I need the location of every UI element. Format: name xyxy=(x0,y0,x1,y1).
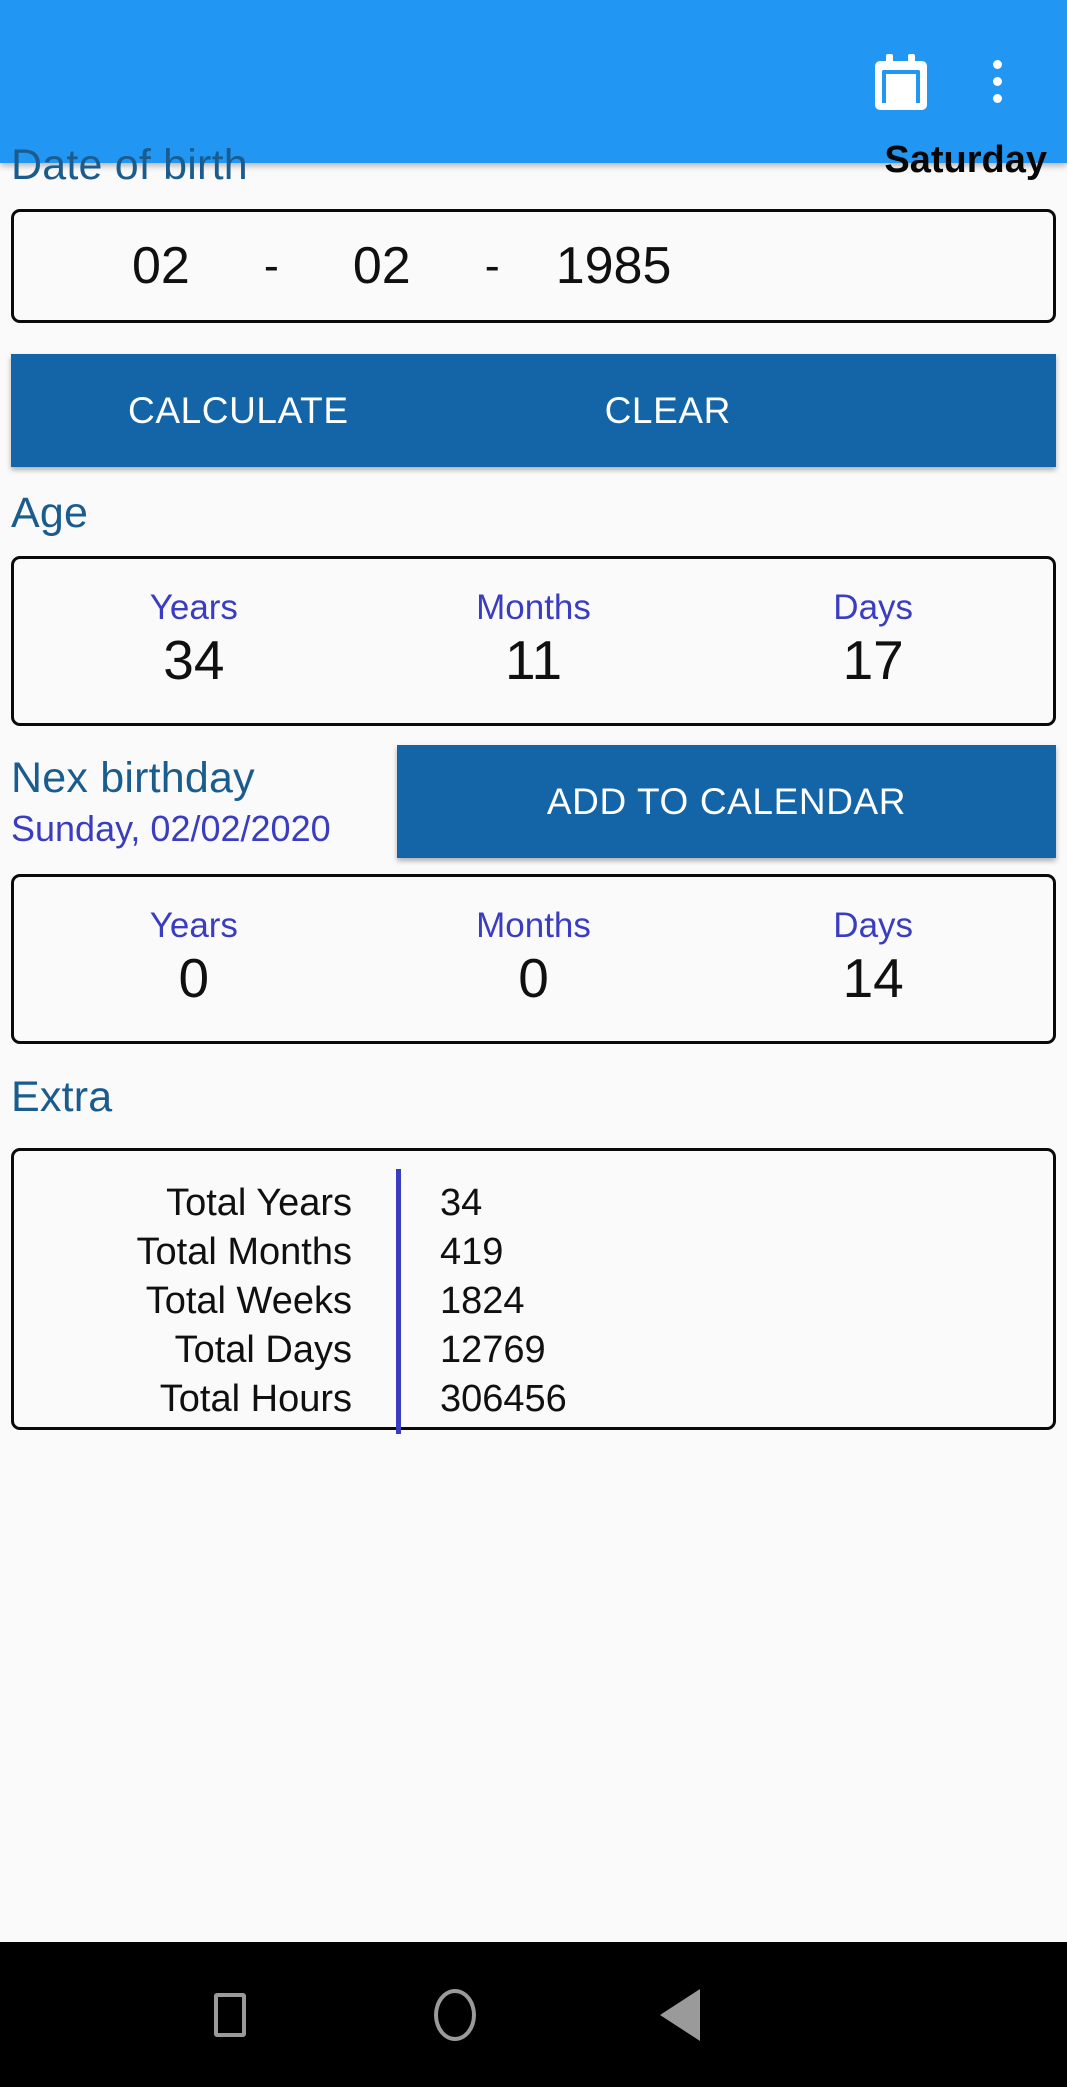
action-bar: CALCULATE CLEAR xyxy=(11,354,1056,467)
age-months-value: 11 xyxy=(504,628,563,691)
nb-years-label: Years xyxy=(149,906,238,945)
clear-button[interactable]: CLEAR xyxy=(605,390,731,432)
extra-divider xyxy=(396,1169,401,1434)
nb-years-value: 0 xyxy=(178,946,210,1009)
extra-value-total-months: 419 xyxy=(440,1231,504,1273)
nb-months-column: Months 0 xyxy=(364,877,704,1041)
table-row: Total Months 419 xyxy=(14,1228,1053,1277)
age-months-label: Months xyxy=(476,588,591,627)
extra-title: Extra xyxy=(11,1073,113,1121)
next-birthday-title: Nex birthday xyxy=(11,754,255,802)
age-days-label: Days xyxy=(833,588,914,627)
date-of-birth-input[interactable]: 02 - 02 - 1985 xyxy=(11,209,1056,323)
age-days-column: Days 17 xyxy=(703,559,1043,723)
app-screen: Date of birth Saturday 02 - 02 - 1985 CA… xyxy=(0,0,1067,2087)
dob-separator-2: - xyxy=(484,240,500,291)
extra-value-total-days: 12769 xyxy=(440,1329,546,1371)
extra-result-card: Total Years 34 Total Months 419 Total We… xyxy=(11,1148,1056,1434)
date-of-birth-title: Date of birth xyxy=(11,141,248,189)
age-years-value: 34 xyxy=(163,628,225,691)
circle-icon xyxy=(434,1988,476,2041)
age-title: Age xyxy=(11,489,89,537)
nb-years-column: Years 0 xyxy=(24,877,364,1041)
dob-year-value[interactable]: 1985 xyxy=(556,236,672,296)
nb-days-column: Days 14 xyxy=(703,877,1043,1041)
extra-key-total-days: Total Days xyxy=(174,1329,352,1371)
calculate-button[interactable]: CALCULATE xyxy=(128,390,349,432)
table-row: Total Hours 306456 xyxy=(14,1375,1053,1424)
dob-separator-1: - xyxy=(263,240,279,291)
back-button[interactable] xyxy=(605,1988,755,2041)
extra-key-total-hours: Total Hours xyxy=(159,1378,352,1420)
triangle-left-icon xyxy=(660,1988,700,2041)
dob-month-value[interactable]: 02 xyxy=(353,236,411,296)
home-button[interactable] xyxy=(380,1988,530,2041)
square-icon xyxy=(214,1992,246,2037)
add-to-calendar-label: ADD TO CALENDAR xyxy=(546,780,907,822)
weekday-badge: Saturday xyxy=(884,139,1047,181)
nb-months-value: 0 xyxy=(518,946,549,1009)
next-birthday-result-card: Years 0 Months 0 Days 14 xyxy=(11,874,1056,1044)
age-years-column: Years 34 xyxy=(24,559,364,723)
calendar-icon xyxy=(875,53,927,110)
add-to-calendar-button[interactable]: ADD TO CALENDAR xyxy=(397,745,1056,858)
nb-months-label: Months xyxy=(476,906,591,945)
age-years-label: Years xyxy=(149,588,238,627)
more-vertical-icon xyxy=(992,60,1002,103)
age-days-value: 17 xyxy=(842,628,904,691)
table-row: Total Days 12769 xyxy=(14,1326,1053,1375)
dob-day-value[interactable]: 02 xyxy=(132,236,190,296)
next-birthday-date: Sunday, 02/02/2020 xyxy=(11,808,331,849)
extra-value-total-years: 34 xyxy=(440,1182,483,1224)
extra-key-total-months: Total Months xyxy=(136,1231,352,1273)
calendar-button[interactable] xyxy=(853,34,949,130)
extra-key-total-years: Total Years xyxy=(166,1182,352,1224)
extra-value-total-weeks: 1824 xyxy=(440,1280,525,1322)
recent-apps-button[interactable] xyxy=(155,1992,305,2037)
nb-days-value: 14 xyxy=(842,946,904,1009)
age-months-column: Months 11 xyxy=(364,559,704,723)
system-navigation-bar xyxy=(0,1942,1067,2087)
overflow-menu-button[interactable] xyxy=(949,34,1045,130)
age-result-card: Years 34 Months 11 Days 17 xyxy=(11,556,1056,726)
table-row: Total Weeks 1824 xyxy=(14,1277,1053,1326)
extra-value-total-hours: 306456 xyxy=(440,1378,567,1420)
extra-key-total-weeks: Total Weeks xyxy=(145,1280,352,1322)
nb-days-label: Days xyxy=(833,906,914,945)
table-row: Total Years 34 xyxy=(14,1179,1053,1228)
